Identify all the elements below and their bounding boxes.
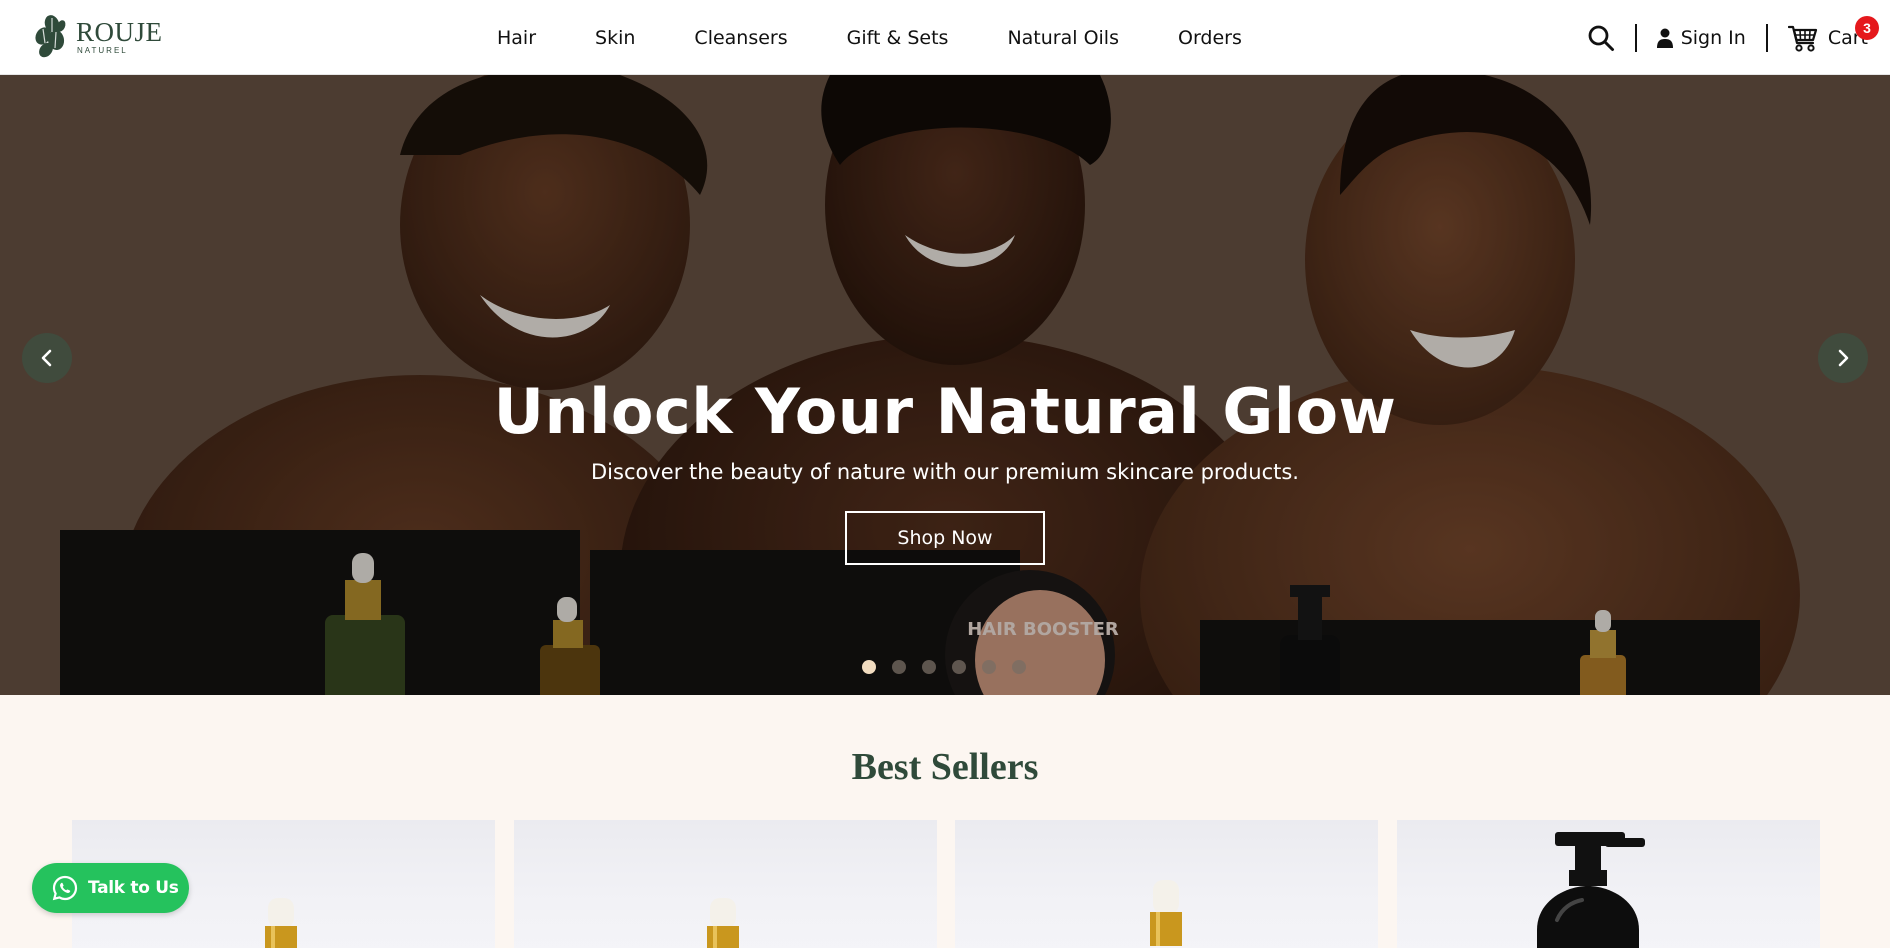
brand-logo[interactable]: ROUJE NATUREL	[32, 14, 163, 60]
sign-in-label: Sign In	[1680, 26, 1746, 49]
search-icon[interactable]	[1587, 24, 1615, 52]
site-header: ROUJE NATUREL Hair Skin Cleansers Gift &…	[0, 0, 1890, 75]
talk-to-us-button[interactable]: Talk to Us	[32, 863, 189, 913]
product-card[interactable]	[514, 820, 937, 948]
chevron-right-icon	[1838, 349, 1849, 367]
brand-wordmark: ROUJE NATUREL	[76, 17, 163, 56]
whatsapp-icon	[52, 875, 78, 901]
nav-item-cleansers[interactable]: Cleansers	[694, 27, 787, 49]
page: ROUJE NATUREL Hair Skin Cleansers Gift &…	[0, 0, 1890, 948]
shop-now-button[interactable]: Shop Now	[845, 511, 1045, 565]
carousel-dot[interactable]	[892, 660, 906, 674]
user-icon	[1656, 28, 1673, 48]
divider	[1765, 23, 1768, 52]
nav-item-skin[interactable]: Skin	[595, 27, 635, 49]
carousel-prev-button[interactable]	[22, 333, 72, 383]
cart-icon	[1787, 25, 1817, 52]
hero-carousel: HAIR BOOSTER Unlock Your Natural Glow Di…	[0, 75, 1890, 695]
nav-item-natural-oils[interactable]: Natural Oils	[1007, 27, 1119, 49]
dropper-bottle-image	[707, 898, 739, 948]
hero-subtitle: Discover the beauty of nature with our p…	[591, 460, 1299, 484]
leaf-logo-icon	[35, 15, 66, 58]
carousel-indicators	[862, 660, 1042, 674]
sign-in-button[interactable]: Sign In	[1656, 26, 1746, 49]
carousel-dot[interactable]	[952, 660, 966, 674]
carousel-dot[interactable]	[922, 660, 936, 674]
nav-item-hair[interactable]: Hair	[497, 27, 536, 49]
main-nav: Hair Skin Cleansers Gift & Sets Natural …	[497, 0, 1301, 75]
carousel-next-button[interactable]	[1818, 333, 1868, 383]
nav-item-gift-sets[interactable]: Gift & Sets	[847, 27, 949, 49]
pump-bottle-image	[1537, 832, 1645, 948]
carousel-dot[interactable]	[862, 660, 876, 674]
brand-subtitle: NATUREL	[77, 46, 128, 55]
talk-to-us-label: Talk to Us	[88, 878, 179, 898]
product-card[interactable]	[1397, 820, 1820, 948]
header-actions: Sign In Cart 3	[1587, 0, 1879, 75]
hero-title: Unlock Your Natural Glow	[493, 375, 1397, 448]
carousel-dot[interactable]	[1012, 660, 1026, 674]
divider	[1634, 23, 1637, 52]
nav-item-orders[interactable]: Orders	[1178, 27, 1242, 49]
dropper-bottle-image	[1150, 880, 1182, 946]
chevron-left-icon	[41, 349, 52, 367]
cart-count-badge: 3	[1855, 15, 1879, 40]
best-sellers-heading: Best Sellers	[851, 746, 1039, 788]
product-card[interactable]	[955, 820, 1378, 948]
carousel-dot[interactable]	[982, 660, 996, 674]
cart-button[interactable]: Cart 3	[1787, 15, 1879, 52]
brand-name: ROUJE	[76, 17, 163, 47]
